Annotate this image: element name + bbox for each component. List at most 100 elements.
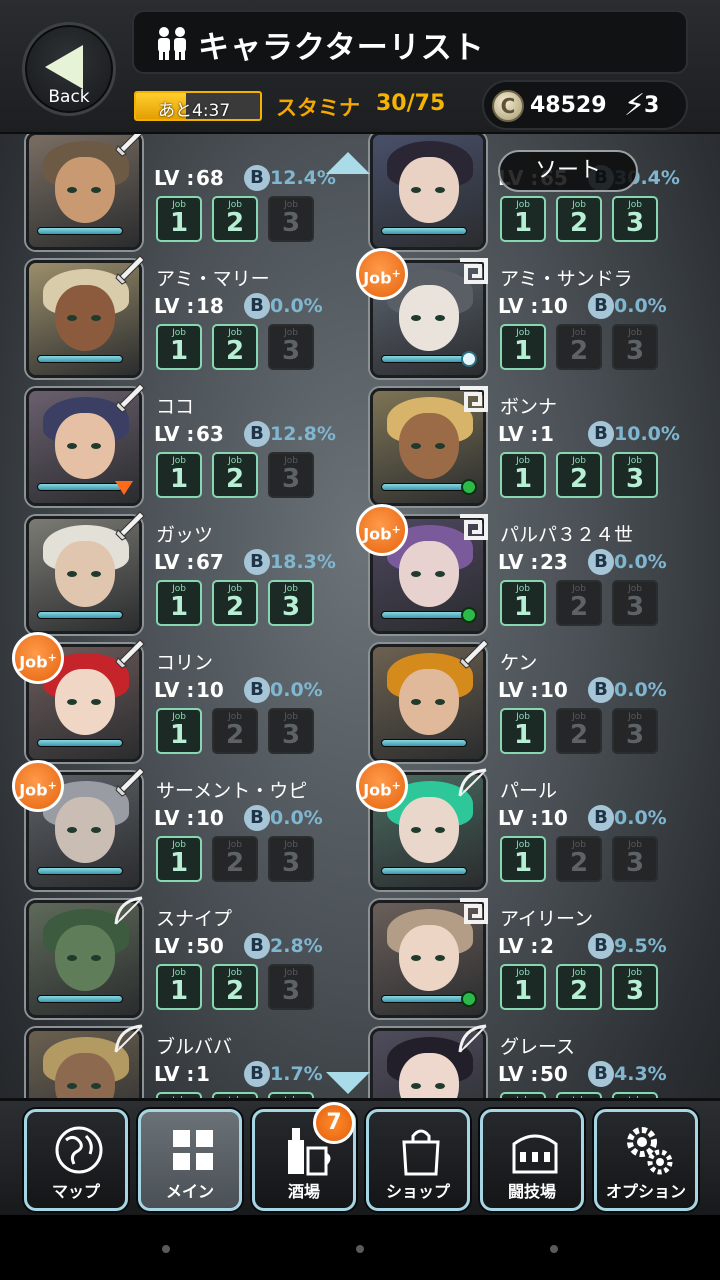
job-slot-1[interactable]: Job1 [500, 964, 546, 1010]
map-globe-icon [54, 1124, 104, 1178]
job-upgrade-badge[interactable]: Job+ [356, 760, 408, 812]
job-slot-2[interactable]: Job2 [556, 452, 602, 498]
job-slot-1[interactable]: Job1 [156, 708, 202, 754]
job-slot-2[interactable]: Job2 [212, 452, 258, 498]
portrait-eye [435, 187, 445, 193]
b-rate-value: 0.0% [614, 551, 667, 573]
nav-button-gears[interactable]: オプション [594, 1109, 698, 1211]
job-slot-3[interactable]: Job3 [268, 964, 314, 1010]
screen: Back キャラクターリスト あと4:37 スタミナ 30/75 C 48529 [0, 0, 720, 1215]
sword-class-icon [112, 382, 146, 416]
scroll-up-arrow-icon[interactable] [326, 152, 370, 174]
portrait-face [55, 1053, 115, 1100]
job-slot-3[interactable]: Job3 [268, 324, 314, 370]
level-value: 63 [196, 422, 224, 446]
job-slot-2[interactable]: Job2 [556, 836, 602, 882]
job-upgrade-badge[interactable]: Job+ [12, 760, 64, 812]
portrait-eye [435, 699, 445, 705]
job-slot-2[interactable]: Job2 [556, 580, 602, 626]
job-slot-2[interactable]: Job2 [556, 196, 602, 242]
job-slot-2[interactable]: Job2 [212, 324, 258, 370]
job-slot-2[interactable]: Job2 [556, 324, 602, 370]
job-slot-2[interactable]: Job2 [212, 708, 258, 754]
character-card[interactable]: ココ LV :63 B 12.8% Job 1 Job 2 Job 3 [0, 383, 340, 508]
character-name: ガッツ [156, 524, 214, 546]
job-slot-3[interactable]: Job3 [612, 452, 658, 498]
system-recent-dot[interactable] [550, 1245, 558, 1253]
character-card[interactable]: アイリーン LV :2 B 9.5% Job 1 Job 2 Job 3 [344, 898, 684, 1020]
character-card[interactable]: ケン LV :10 B 0.0% Job 1 Job 2 Job 3 [344, 639, 684, 764]
character-list[interactable]: LV :68B12.4%Job1Job2Job3LV :65B30.4%Job1… [0, 134, 720, 1100]
coin-icon: C [492, 90, 524, 122]
job-slot-1[interactable]: Job1 [500, 324, 546, 370]
job-slot-1[interactable]: Job1 [156, 452, 202, 498]
sword-class-icon [112, 254, 146, 288]
plus-icon: + [391, 523, 401, 536]
job-slot-1[interactable]: Job1 [156, 324, 202, 370]
job-upgrade-badge[interactable]: Job+ [356, 248, 408, 300]
job-slot-1[interactable]: Job1 [156, 964, 202, 1010]
job-slot-number: 3 [625, 976, 645, 1006]
job-slot-3[interactable]: Job3 [268, 196, 314, 242]
portrait-eye [67, 1083, 77, 1089]
job-slot-2[interactable]: Job2 [556, 708, 602, 754]
character-card[interactable]: ボンナ LV :1 B 10.0% Job 1 Job 2 Job 3 [344, 386, 684, 508]
job-slot-1[interactable]: Job1 [156, 580, 202, 626]
job-slot-1[interactable]: Job1 [500, 580, 546, 626]
job-slot-number: 1 [169, 336, 189, 366]
system-back-dot[interactable] [162, 1245, 170, 1253]
nav-button-map-globe[interactable]: マップ [24, 1109, 128, 1211]
job-slot-1[interactable]: Job1 [156, 836, 202, 882]
sort-button[interactable]: ソート [498, 150, 638, 192]
b-rate-icon: B [244, 933, 270, 959]
system-home-dot[interactable] [356, 1245, 364, 1253]
character-name: ボンナ [500, 396, 558, 418]
job-slot-3[interactable]: Job3 [612, 708, 658, 754]
job-slot-3[interactable]: Job3 [268, 580, 314, 626]
job-slot-3[interactable]: Job3 [612, 324, 658, 370]
job-slot-2[interactable]: Job2 [212, 196, 258, 242]
job-slot-1[interactable]: Job1 [500, 196, 546, 242]
nav-button-colosseum[interactable]: 闘技場 [480, 1109, 584, 1211]
character-card[interactable]: ブルババLV :1B1.7%Job1Job2Job3 [0, 1024, 340, 1100]
job-slot-3[interactable]: Job3 [268, 452, 314, 498]
job-slot-number: 1 [513, 464, 533, 494]
job-slot-2[interactable]: Job2 [212, 580, 258, 626]
bow-class-icon [456, 766, 490, 800]
job-slot-1[interactable]: Job1 [500, 452, 546, 498]
scroll-down-arrow-icon[interactable] [326, 1072, 370, 1094]
job-upgrade-badge[interactable]: Job+ [12, 632, 64, 684]
character-card[interactable]: スナイプ LV :50 B 2.8% Job 1 Job 2 Job 3 [0, 896, 340, 1020]
job-slot-3[interactable]: Job3 [612, 580, 658, 626]
portrait-face [399, 413, 459, 479]
job-slot-number: 3 [625, 848, 645, 878]
character-card[interactable]: Job+ パルパ３２４世 LV :23 B 0.0% Job 1 Job 2 Job 3 [344, 504, 684, 636]
job-slot-2[interactable]: Job2 [556, 964, 602, 1010]
nav-button-shopping-bag[interactable]: ショップ [366, 1109, 470, 1211]
job-slot-3[interactable]: Job3 [268, 708, 314, 754]
nav-button-grid[interactable]: メイン [138, 1109, 242, 1211]
character-card[interactable]: Job+ アミ・サンドラ LV :10 B 0.0% Job 1 Job 2 Job 3 [344, 248, 684, 380]
job-slot-1[interactable]: Job1 [500, 708, 546, 754]
portrait-eye [435, 315, 445, 321]
character-card[interactable]: LV :68 B 12.4% Job 1 Job 2 Job 3 [0, 134, 340, 252]
job-slot-3[interactable]: Job3 [612, 964, 658, 1010]
character-portrait[interactable] [370, 134, 486, 250]
job-slot-1[interactable]: Job1 [156, 196, 202, 242]
job-slot-3[interactable]: Job3 [612, 196, 658, 242]
job-upgrade-badge[interactable]: Job+ [356, 504, 408, 556]
job-slot-3[interactable]: Job3 [268, 836, 314, 882]
back-button[interactable]: Back [22, 22, 116, 116]
character-card[interactable]: グレースLV :50B4.3%Job1Job2Job3 [344, 1024, 684, 1100]
character-card[interactable]: アミ・マリー LV :18 B 0.0% Job 1 Job 2 Job 3 [0, 255, 340, 380]
job-slot-3[interactable]: Job3 [612, 836, 658, 882]
job-slot-1[interactable]: Job1 [500, 836, 546, 882]
nav-button-tavern-bottle[interactable]: 酒場 7 [252, 1102, 356, 1211]
character-card[interactable]: Job+ サーメント・ウピ LV :10 B 0.0% Job 1 Job 2 Job 3 [0, 760, 340, 892]
b-rate-icon: B [244, 549, 270, 575]
character-card[interactable]: Job+ コリン LV :10 B 0.0% Job 1 Job 2 Job 3 [0, 632, 340, 764]
character-card[interactable]: Job+ パール LV :10 B 0.0% Job 1 Job 2 Job 3 [344, 760, 684, 892]
character-card[interactable]: ガッツ LV :67 B 18.3% Job 1 Job 2 Job 3 [0, 511, 340, 636]
job-slot-2[interactable]: Job2 [212, 964, 258, 1010]
job-slot-2[interactable]: Job2 [212, 836, 258, 882]
